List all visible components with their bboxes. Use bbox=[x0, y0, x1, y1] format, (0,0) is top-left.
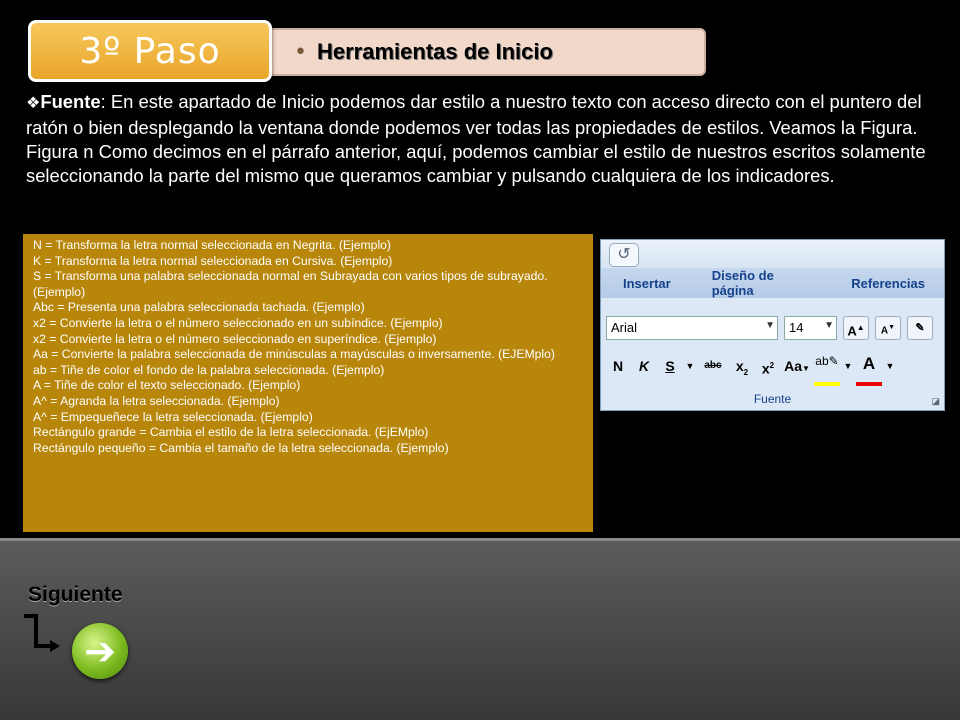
step-badge: 3º Paso bbox=[28, 20, 272, 82]
underline-icon[interactable]: S bbox=[658, 354, 682, 378]
font-size-value: 14 bbox=[789, 320, 804, 335]
font-color-dropdown-icon[interactable]: ▼ bbox=[884, 354, 896, 378]
info-line: Abc = Presenta una palabra seleccionada … bbox=[33, 300, 365, 315]
info-line: ab = Tiñe de color el fondo de la palabr… bbox=[33, 362, 385, 377]
subscript-icon[interactable]: x2 bbox=[730, 354, 754, 378]
grow-font-icon[interactable]: A▲ bbox=[843, 316, 869, 340]
highlight-dropdown-icon[interactable]: ▼ bbox=[842, 354, 854, 378]
clear-format-icon[interactable]: ✎ bbox=[907, 316, 933, 340]
superscript-icon[interactable]: x2 bbox=[756, 354, 780, 378]
info-line: S = Transforma una palabra seleccionada … bbox=[33, 269, 548, 299]
strikethrough-icon[interactable]: abc bbox=[698, 354, 728, 378]
font-color-icon[interactable]: A bbox=[856, 354, 882, 386]
paragraph-text: : En este apartado de Inicio podemos dar… bbox=[26, 91, 926, 186]
bold-icon[interactable]: N bbox=[606, 354, 630, 378]
ribbon-tabs: Insertar Diseño de página Referencias bbox=[601, 268, 944, 298]
info-line: Rectángulo grande = Cambia el estilo de … bbox=[33, 425, 429, 440]
ribbon-format-row: N K S ▼ abc x2 x2 Aa▼ ab✎ ▼ A ▼ bbox=[606, 354, 896, 386]
info-line: N = Transforma la letra normal seleccion… bbox=[33, 238, 391, 252]
ribbon-group-label: Fuente bbox=[753, 392, 792, 406]
font-name-select[interactable]: Arial ▼ bbox=[606, 316, 778, 340]
bent-arrow-icon bbox=[24, 614, 60, 652]
change-case-icon[interactable]: Aa▼ bbox=[782, 354, 812, 378]
shortcut-info-box: N = Transforma la letra normal seleccion… bbox=[23, 234, 593, 532]
shrink-font-icon[interactable]: A▼ bbox=[875, 316, 901, 340]
font-name-value: Arial bbox=[611, 320, 638, 335]
paragraph-label: Fuente bbox=[40, 91, 101, 112]
tab-referencias[interactable]: Referencias bbox=[829, 276, 944, 291]
chevron-down-icon: ▼ bbox=[765, 320, 775, 331]
diamond-bullet-icon: ❖ bbox=[26, 95, 41, 112]
info-line: Rectángulo pequeño = Cambia el tamaño de… bbox=[33, 440, 449, 455]
ribbon-quick-access: ↺ bbox=[601, 240, 944, 268]
underline-dropdown-icon[interactable]: ▼ bbox=[684, 354, 696, 378]
info-line: A^ = Agranda la letra seleccionada. (Eje… bbox=[33, 393, 280, 408]
tab-diseno-pagina[interactable]: Diseño de página bbox=[690, 268, 830, 298]
chevron-down-icon: ▼ bbox=[824, 320, 834, 331]
highlight-color-icon[interactable]: ab✎ bbox=[814, 354, 840, 386]
info-line: Aa = Convierte la palabra seleccionada d… bbox=[33, 347, 555, 362]
info-line: x2 = Convierte la letra o el número sele… bbox=[33, 315, 443, 330]
description-paragraph: ❖Fuente: En este apartado de Inicio pode… bbox=[26, 90, 946, 188]
tab-insertar[interactable]: Insertar bbox=[601, 276, 690, 291]
font-ribbon-screenshot: ↺ Insertar Diseño de página Referencias … bbox=[600, 239, 945, 411]
next-label: Siguiente bbox=[28, 583, 123, 606]
section-title: Herramientas de Inicio bbox=[316, 39, 553, 64]
dialog-launcher-icon[interactable]: ◪ bbox=[931, 396, 940, 407]
italic-icon[interactable]: K bbox=[632, 354, 656, 378]
info-line: A = Tiñe de color el texto seleccionado.… bbox=[33, 378, 301, 393]
info-line: x2 = Convierte la letra o el número sele… bbox=[33, 331, 437, 346]
footer-band bbox=[0, 538, 960, 720]
info-line: K = Transforma la letra normal seleccion… bbox=[33, 253, 393, 268]
font-size-select[interactable]: 14 ▼ bbox=[784, 316, 837, 340]
arrow-right-icon: ➔ bbox=[84, 629, 116, 673]
section-header-bar: • Herramientas de Inicio bbox=[240, 28, 706, 76]
bullet-icon: • bbox=[294, 39, 307, 65]
undo-icon[interactable]: ↺ bbox=[609, 243, 639, 267]
ribbon-font-row: Arial ▼ 14 ▼ A▲ A▼ ✎ bbox=[606, 316, 933, 340]
info-line: A^ = Empequeñece la letra seleccionada. … bbox=[33, 409, 313, 424]
next-button[interactable]: ➔ bbox=[72, 623, 128, 679]
